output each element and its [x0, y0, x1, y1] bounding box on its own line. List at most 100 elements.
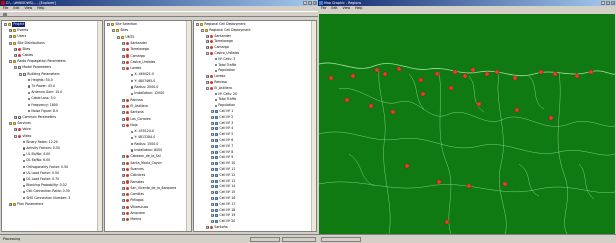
expand-icon[interactable]: +: [211, 144, 214, 148]
tree-node[interactable]: + Santa_Maria_Cayon: [122, 161, 162, 166]
collapse-icon[interactable]: -: [9, 41, 12, 45]
tree-node[interactable]: + Cell Nº 12: [211, 173, 235, 178]
expand-icon[interactable]: +: [122, 117, 125, 121]
expand-icon[interactable]: +: [9, 202, 12, 206]
expand-icon[interactable]: +: [122, 155, 125, 159]
expand-icon[interactable]: +: [211, 133, 214, 137]
expand-icon[interactable]: +: [211, 115, 214, 119]
site-marker[interactable]: [470, 67, 476, 73]
expand-icon[interactable]: +: [122, 212, 125, 215]
scrollbar[interactable]: [311, 21, 316, 231]
expand-icon[interactable]: +: [211, 202, 214, 206]
tree-node[interactable]: - Site Selection: [107, 22, 137, 27]
tree-node[interactable]: Cell Connection Ratio: 0.30: [19, 189, 70, 194]
scrollbar[interactable]: [97, 21, 102, 231]
expand-icon[interactable]: +: [14, 47, 17, 51]
tree-node[interactable]: X: 455124.0: [127, 129, 154, 134]
tree-node[interactable]: + Piélagos: [122, 198, 144, 203]
tree-node[interactable]: - Noja: [122, 123, 138, 128]
expand-icon[interactable]: +: [211, 191, 214, 195]
tree-node[interactable]: + Camargo: [206, 45, 229, 50]
tree-node[interactable]: + Torrelavega: [206, 39, 233, 44]
tree-node[interactable]: + Camargo: [122, 54, 145, 59]
tree-node[interactable]: - Site Distributions: [9, 41, 45, 46]
expand-icon[interactable]: +: [122, 41, 125, 45]
tree-node[interactable]: + Cell Nº 3: [211, 121, 233, 126]
expand-icon[interactable]: +: [122, 104, 125, 108]
tree-node[interactable]: + Cell Nº 4: [211, 126, 233, 131]
expand-icon[interactable]: +: [206, 40, 209, 44]
tree-node[interactable]: Tx Power: 43.0: [24, 84, 55, 89]
tree-node[interactable]: + Cell Nº 15: [211, 190, 235, 195]
expand-icon[interactable]: +: [122, 161, 125, 165]
tree-node[interactable]: + Plan Parameters: [9, 202, 43, 207]
expand-icon[interactable]: +: [206, 226, 209, 229]
site-marker[interactable]: [484, 71, 490, 77]
expand-icon[interactable]: +: [122, 180, 125, 184]
tree-node[interactable]: + Cables: [14, 53, 33, 58]
collapse-icon[interactable]: -: [14, 66, 17, 70]
tree-node[interactable]: Y: 4807465.0: [127, 79, 155, 84]
expand-icon[interactable]: +: [211, 208, 214, 212]
site-marker[interactable]: [328, 75, 334, 81]
tree-node[interactable]: - Laredo: [122, 66, 141, 71]
map-menu-edit[interactable]: Edit: [331, 6, 337, 11]
site-marker[interactable]: [344, 97, 350, 103]
map-menu-help[interactable]: Help: [355, 6, 362, 11]
expand-icon[interactable]: +: [211, 156, 214, 160]
tree-node[interactable]: + Santona: [122, 110, 144, 115]
tree-node[interactable]: + Marina: [122, 217, 141, 222]
expand-icon[interactable]: +: [122, 205, 125, 209]
collapse-icon[interactable]: -: [9, 122, 12, 126]
expand-icon[interactable]: +: [122, 111, 125, 115]
tree-node[interactable]: + San_Vicente_de_la_Barquera: [122, 186, 176, 191]
expand-icon[interactable]: +: [211, 214, 214, 218]
expand-icon[interactable]: +: [206, 34, 209, 38]
expand-icon[interactable]: +: [211, 220, 214, 224]
tree-node[interactable]: - Regional Cell Deployment: [201, 28, 251, 33]
tree-node[interactable]: - UMTS: [117, 35, 134, 40]
tree-node[interactable]: + Cell Nº 20: [211, 219, 235, 224]
tree-node[interactable]: + Villaescusa: [122, 205, 148, 210]
site-marker[interactable]: [552, 71, 558, 77]
tree-node[interactable]: + Cell Nº 17: [211, 202, 235, 207]
tree-node[interactable]: Installation: 8000: [127, 148, 162, 153]
site-marker[interactable]: [588, 69, 594, 75]
expand-icon[interactable]: +: [14, 128, 17, 132]
site-marker[interactable]: [452, 69, 458, 75]
tree-node[interactable]: Cable Loss: 3.0: [24, 96, 56, 101]
expand-icon[interactable]: +: [122, 48, 125, 52]
tree-node[interactable]: - Regional Cell Deployment: [196, 22, 246, 27]
tree-node[interactable]: Frequency: 1800: [24, 103, 58, 108]
expand-icon[interactable]: +: [211, 179, 214, 183]
site-marker[interactable]: [462, 73, 468, 79]
tree-node[interactable]: Radius: 1500.0: [127, 142, 158, 147]
tree-node[interactable]: + Suances: [122, 167, 144, 172]
site-marker[interactable]: [512, 75, 518, 81]
tree-node[interactable]: Nº Cells: 20: [211, 92, 237, 97]
tree-node[interactable]: + Reinosa: [122, 98, 143, 103]
tree-node[interactable]: + Cell Nº 9: [211, 155, 233, 160]
expand-icon[interactable]: +: [211, 197, 214, 200]
tree-node[interactable]: + Ampuero: [122, 211, 145, 216]
expand-icon[interactable]: +: [211, 173, 214, 177]
tree-node[interactable]: + Cell Nº 5: [211, 132, 233, 137]
collapse-icon[interactable]: -: [122, 67, 125, 71]
minimize-icon[interactable]: _: [303, 1, 307, 5]
collapse-icon[interactable]: -: [107, 23, 110, 26]
tree-node[interactable]: + Common Parameters: [14, 115, 56, 120]
tree-node[interactable]: Total Traffic: [211, 97, 236, 102]
tree-node[interactable]: + Laredo: [206, 74, 225, 79]
expand-icon[interactable]: +: [211, 162, 214, 166]
expand-icon[interactable]: +: [206, 81, 209, 84]
expand-icon[interactable]: +: [122, 186, 125, 190]
expand-icon[interactable]: +: [211, 150, 214, 154]
toolbar-tool-icon[interactable]: [3, 13, 7, 17]
site-marker[interactable]: [420, 91, 426, 97]
tree-node[interactable]: + Castro_Urdiales: [122, 60, 155, 65]
tree-node[interactable]: + El_Astillero: [122, 104, 148, 109]
tree-node[interactable]: - Model Parameters: [14, 65, 51, 70]
site-marker[interactable]: [514, 107, 520, 113]
collapse-icon[interactable]: -: [206, 86, 209, 90]
tree-panel-parameters[interactable]: - Project + Events + Users - Site Distributions…: [1, 20, 103, 232]
